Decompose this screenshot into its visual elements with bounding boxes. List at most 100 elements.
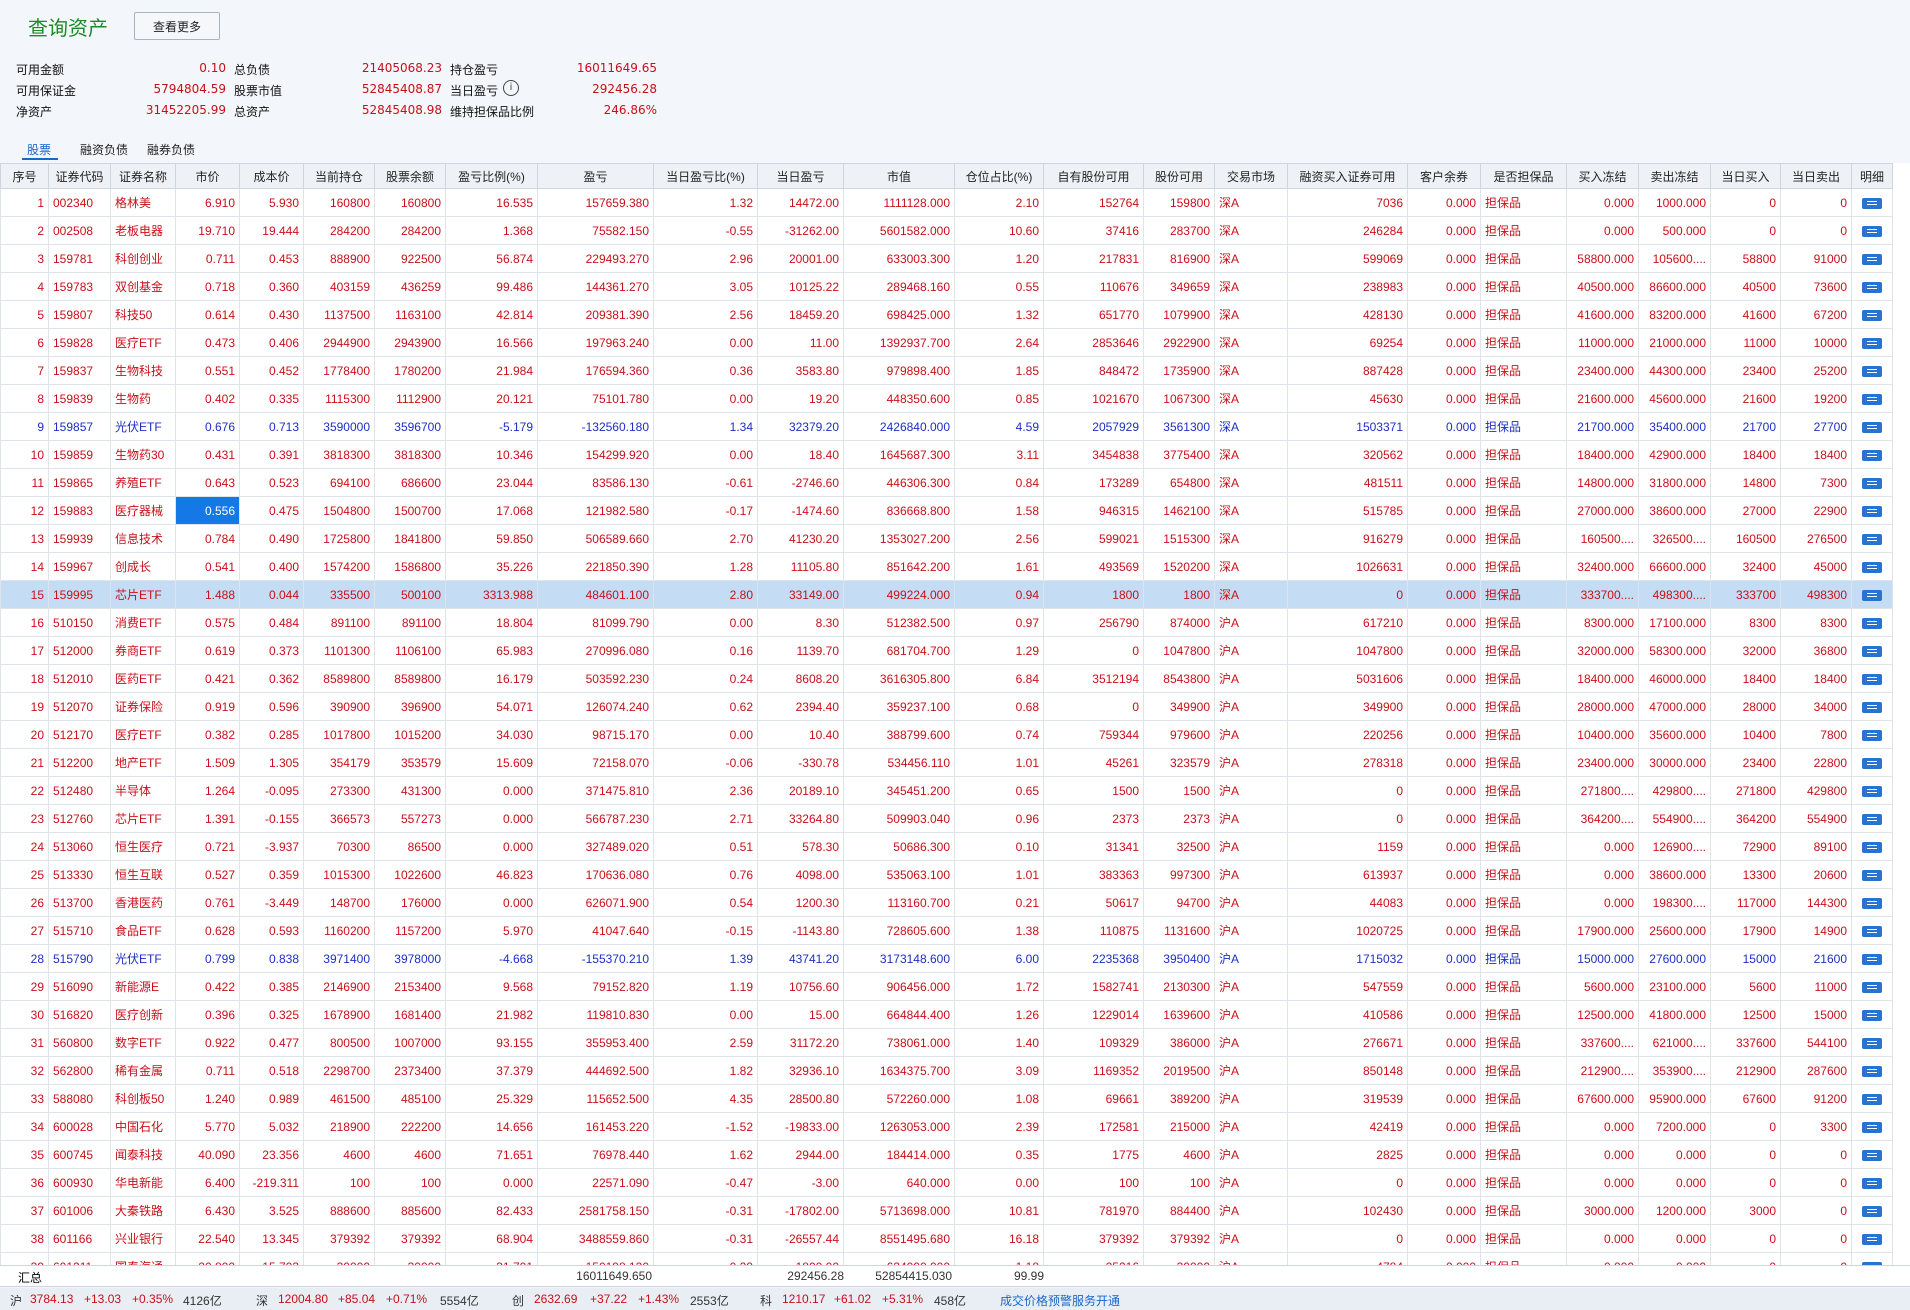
- column-header[interactable]: 当日卖出: [1780, 163, 1852, 189]
- table-row[interactable]: 28 515790 光伏ETF 0.799 0.838 3971400 3978000 -4.…: [0, 944, 1893, 973]
- detail-cell[interactable]: [1851, 832, 1893, 861]
- table-row[interactable]: 1 002340 格林美 6.910 5.930 160800 160800 16.535 15…: [0, 188, 1893, 217]
- column-header[interactable]: 交易市场: [1214, 163, 1288, 189]
- table-row[interactable]: 23 512760 芯片ETF 1.391 -0.155 366573 557273 0.00…: [0, 804, 1893, 833]
- column-header[interactable]: 证券名称: [110, 163, 176, 189]
- table-row[interactable]: 37 601006 大秦铁路 6.430 3.525 888600 885600 82.433…: [0, 1196, 1893, 1225]
- column-header[interactable]: 当前持仓: [303, 163, 375, 189]
- detail-cell[interactable]: [1851, 608, 1893, 637]
- tab-margin-debt[interactable]: 融资负债: [80, 141, 128, 158]
- table-row[interactable]: 34 600028 中国石化 5.770 5.032 218900 222200 14.656…: [0, 1112, 1893, 1141]
- list-detail-icon[interactable]: [1862, 981, 1882, 993]
- list-detail-icon[interactable]: [1862, 197, 1882, 209]
- table-row[interactable]: 20 512170 医疗ETF 0.382 0.285 1017800 1015200 34.…: [0, 720, 1893, 749]
- detail-cell[interactable]: [1851, 356, 1893, 385]
- list-detail-icon[interactable]: [1862, 533, 1882, 545]
- table-row[interactable]: 35 600745 闻泰科技 40.090 23.356 4600 4600 71.651 76…: [0, 1140, 1893, 1169]
- column-header[interactable]: 成本价: [239, 163, 304, 189]
- list-detail-icon[interactable]: [1862, 785, 1882, 797]
- detail-cell[interactable]: [1851, 216, 1893, 245]
- table-row[interactable]: 19 512070 证券保险 0.919 0.596 390900 396900 54.071…: [0, 692, 1893, 721]
- table-row[interactable]: 32 562800 稀有金属 0.711 0.518 2298700 2373400 37.3…: [0, 1056, 1893, 1085]
- table-row[interactable]: 6 159828 医疗ETF 0.473 0.406 2944900 2943900 16.5…: [0, 328, 1893, 357]
- table-row[interactable]: 30 516820 医疗创新 0.396 0.325 1678900 1681400 21.9…: [0, 1000, 1893, 1029]
- detail-cell[interactable]: [1851, 1224, 1893, 1253]
- detail-cell[interactable]: [1851, 972, 1893, 1001]
- table-row[interactable]: 3 159781 科创创业 0.711 0.453 888900 922500 56.874 2…: [0, 244, 1893, 273]
- detail-cell[interactable]: [1851, 524, 1893, 553]
- detail-cell[interactable]: [1851, 944, 1893, 973]
- list-detail-icon[interactable]: [1862, 925, 1882, 937]
- table-row[interactable]: 21 512200 地产ETF 1.509 1.305 354179 353579 15.60…: [0, 748, 1893, 777]
- detail-cell[interactable]: [1851, 804, 1893, 833]
- list-detail-icon[interactable]: [1862, 617, 1882, 629]
- column-header[interactable]: 客户余券: [1407, 163, 1481, 189]
- detail-cell[interactable]: [1851, 328, 1893, 357]
- table-row[interactable]: 9 159857 光伏ETF 0.676 0.713 3590000 3596700 -5.1…: [0, 412, 1893, 441]
- list-detail-icon[interactable]: [1862, 673, 1882, 685]
- detail-cell[interactable]: [1851, 300, 1893, 329]
- list-detail-icon[interactable]: [1862, 869, 1882, 881]
- column-header[interactable]: 自有股份可用: [1043, 163, 1144, 189]
- column-header[interactable]: 序号: [0, 163, 49, 189]
- detail-cell[interactable]: [1851, 916, 1893, 945]
- column-header[interactable]: 卖出冻结: [1638, 163, 1711, 189]
- detail-cell[interactable]: [1851, 244, 1893, 273]
- table-row[interactable]: 26 513700 香港医药 0.761 -3.449 148700 176000 0.000…: [0, 888, 1893, 917]
- list-detail-icon[interactable]: [1862, 225, 1882, 237]
- table-row[interactable]: 11 159865 养殖ETF 0.643 0.523 694100 686600 23.04…: [0, 468, 1893, 497]
- table-row[interactable]: 24 513060 恒生医疗 0.721 -3.937 70300 86500 0.000 32…: [0, 832, 1893, 861]
- detail-cell[interactable]: [1851, 272, 1893, 301]
- tab-stocks[interactable]: 股票: [27, 141, 51, 158]
- table-row[interactable]: 16 510150 消费ETF 0.575 0.484 891100 891100 18.80…: [0, 608, 1893, 637]
- detail-cell[interactable]: [1851, 1196, 1893, 1225]
- table-row[interactable]: 15 159995 芯片ETF 1.488 0.044 335500 500100 3313.…: [0, 580, 1893, 609]
- list-detail-icon[interactable]: [1862, 953, 1882, 965]
- column-header[interactable]: 市值: [843, 163, 955, 189]
- detail-cell[interactable]: [1851, 468, 1893, 497]
- column-header[interactable]: 市价: [175, 163, 240, 189]
- list-detail-icon[interactable]: [1862, 1177, 1882, 1189]
- list-detail-icon[interactable]: [1862, 729, 1882, 741]
- table-row[interactable]: 22 512480 半导体 1.264 -0.095 273300 431300 0.000 3…: [0, 776, 1893, 805]
- detail-cell[interactable]: [1851, 1168, 1893, 1197]
- table-row[interactable]: 31 560800 数字ETF 0.922 0.477 800500 1007000 93.1…: [0, 1028, 1893, 1057]
- list-detail-icon[interactable]: [1862, 1093, 1882, 1105]
- detail-cell[interactable]: [1851, 636, 1893, 665]
- column-header[interactable]: 融资买入证券可用: [1287, 163, 1408, 189]
- detail-cell[interactable]: [1851, 860, 1893, 889]
- column-header[interactable]: 当日盈亏: [757, 163, 844, 189]
- detail-cell[interactable]: [1851, 748, 1893, 777]
- detail-cell[interactable]: [1851, 1000, 1893, 1029]
- column-header[interactable]: 盈亏: [537, 163, 654, 189]
- list-detail-icon[interactable]: [1862, 281, 1882, 293]
- holdings-table-container[interactable]: 序号 证券代码 证券名称 市价 成本价 当前持仓 股票余额 盈亏比例(%) 盈亏 当日盈亏比(%)…: [0, 163, 1910, 1265]
- detail-cell[interactable]: [1851, 440, 1893, 469]
- table-row[interactable]: 18 512010 医药ETF 0.421 0.362 8589800 8589800 16.…: [0, 664, 1893, 693]
- table-row[interactable]: 4 159783 双创基金 0.718 0.360 403159 436259 99.486 1…: [0, 272, 1893, 301]
- column-header[interactable]: 盈亏比例(%): [445, 163, 538, 189]
- list-detail-icon[interactable]: [1862, 365, 1882, 377]
- list-detail-icon[interactable]: [1862, 1149, 1882, 1161]
- detail-cell[interactable]: [1851, 580, 1893, 609]
- list-detail-icon[interactable]: [1862, 589, 1882, 601]
- table-row[interactable]: 8 159839 生物药 0.402 0.335 1115300 1112900 20.121…: [0, 384, 1893, 413]
- detail-cell[interactable]: [1851, 1140, 1893, 1169]
- list-detail-icon[interactable]: [1862, 1233, 1882, 1245]
- list-detail-icon[interactable]: [1862, 1037, 1882, 1049]
- column-header[interactable]: 当日盈亏比(%): [653, 163, 758, 189]
- detail-cell[interactable]: [1851, 664, 1893, 693]
- detail-cell[interactable]: [1851, 692, 1893, 721]
- column-header[interactable]: 当日买入: [1710, 163, 1781, 189]
- table-row[interactable]: 39601211国泰海通20.80015.703300003000031.701…: [0, 1252, 1893, 1265]
- tab-short-debt[interactable]: 融券负债: [147, 141, 195, 158]
- detail-cell[interactable]: [1851, 552, 1893, 581]
- list-detail-icon[interactable]: [1862, 393, 1882, 405]
- list-detail-icon[interactable]: [1862, 645, 1882, 657]
- detail-cell[interactable]: [1851, 720, 1893, 749]
- column-header[interactable]: 股票余额: [374, 163, 446, 189]
- column-header[interactable]: 买入冻结: [1566, 163, 1639, 189]
- detail-cell[interactable]: [1851, 188, 1893, 217]
- table-row[interactable]: 36 600930 华电新能 6.400 -219.311 100 100 0.000 2257…: [0, 1168, 1893, 1197]
- table-row[interactable]: 7 159837 生物科技 0.551 0.452 1778400 1780200 21.98…: [0, 356, 1893, 385]
